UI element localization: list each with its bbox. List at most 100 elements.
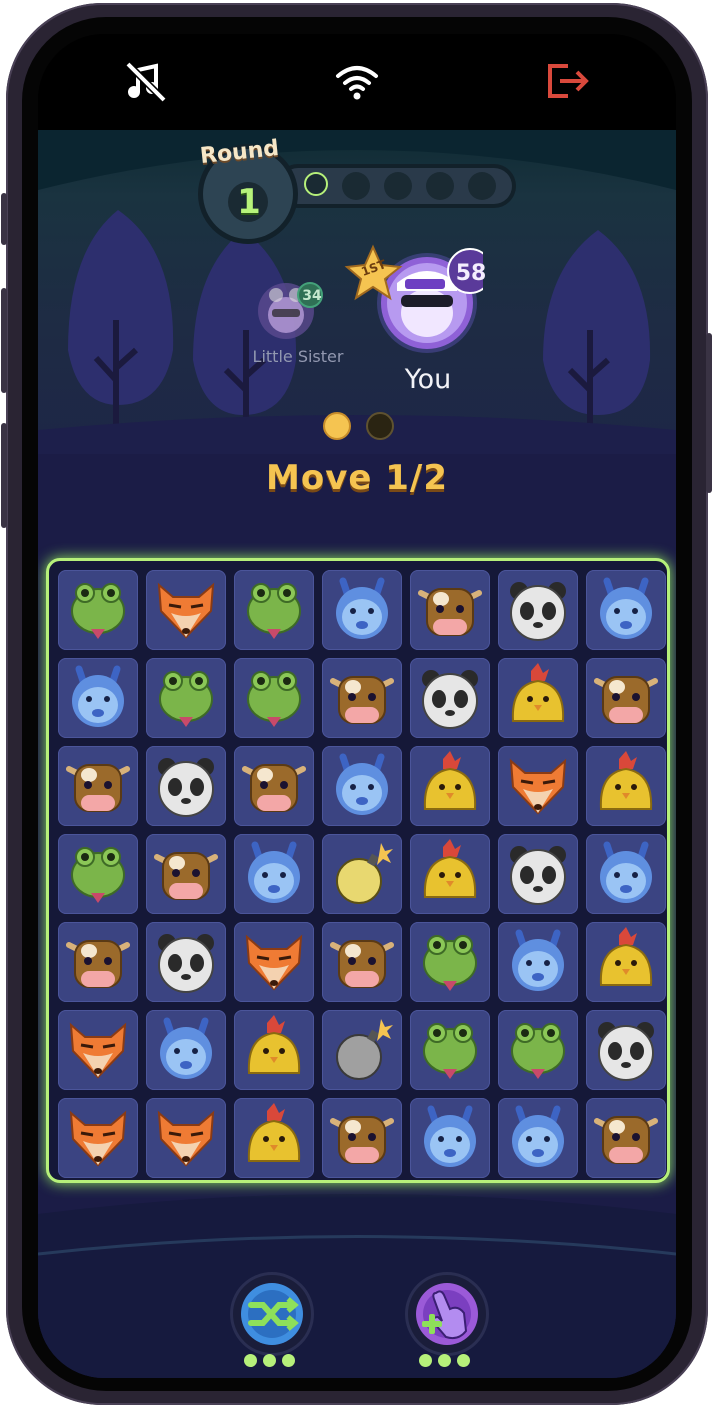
tile-llama[interactable] <box>498 1098 578 1178</box>
tile-cow[interactable] <box>58 746 138 826</box>
chick-icon <box>423 751 477 810</box>
music-off-icon[interactable] <box>120 56 170 106</box>
cow-icon <box>330 940 394 988</box>
llama-icon <box>160 1017 212 1079</box>
chick-icon <box>247 1103 301 1162</box>
swap-hand-button[interactable] <box>405 1272 489 1356</box>
tile-llama[interactable] <box>322 570 402 650</box>
chick-icon <box>599 927 653 986</box>
tile-frog[interactable] <box>498 1010 578 1090</box>
llama-icon <box>336 753 388 815</box>
tile-frog[interactable] <box>58 834 138 914</box>
round-step <box>342 172 370 200</box>
tile-cow[interactable] <box>322 1098 402 1178</box>
status-bar <box>38 34 676 130</box>
tile-chick[interactable] <box>498 658 578 738</box>
charge-dot <box>419 1354 432 1367</box>
exit-icon[interactable] <box>544 56 594 106</box>
tile-frog[interactable] <box>58 570 138 650</box>
cow-icon <box>66 940 130 988</box>
cow-icon <box>242 764 306 812</box>
tile-frog[interactable] <box>410 1010 490 1090</box>
tile-cow[interactable] <box>410 570 490 650</box>
tile-llama[interactable] <box>498 922 578 1002</box>
chick-icon <box>511 663 565 722</box>
wifi-icon <box>332 56 382 106</box>
tile-llama[interactable] <box>586 570 666 650</box>
round-step <box>426 172 454 200</box>
tile-fox[interactable] <box>146 570 226 650</box>
tile-cow[interactable] <box>234 746 314 826</box>
tile-panda[interactable] <box>146 922 226 1002</box>
tile-frog[interactable] <box>146 658 226 738</box>
llama-icon <box>72 665 124 727</box>
frog-icon <box>423 935 477 991</box>
tile-llama[interactable] <box>410 1098 490 1178</box>
tile-chick[interactable] <box>586 746 666 826</box>
tile-llama[interactable] <box>146 1010 226 1090</box>
charge-dot <box>282 1354 295 1367</box>
tile-fox[interactable] <box>498 746 578 826</box>
cow-icon <box>330 1116 394 1164</box>
player-name: You <box>404 364 452 395</box>
power-button <box>706 333 712 493</box>
move-dots <box>323 412 394 440</box>
tile-chick[interactable] <box>234 1010 314 1090</box>
round-step <box>468 172 496 200</box>
tile-panda[interactable] <box>410 658 490 738</box>
tile-cow[interactable] <box>58 922 138 1002</box>
panda-icon <box>158 934 214 993</box>
tile-cow[interactable] <box>322 922 402 1002</box>
llama-icon <box>424 1105 476 1167</box>
frog-icon <box>511 1023 565 1079</box>
frog-icon <box>71 583 125 639</box>
tile-llama[interactable] <box>234 834 314 914</box>
cow-icon <box>418 588 482 636</box>
move-dot <box>366 412 394 440</box>
tile-panda[interactable] <box>498 834 578 914</box>
tile-frog[interactable] <box>234 658 314 738</box>
charge-dot <box>457 1354 470 1367</box>
game-screen: Round 1 34 Little Sister 1ST 58 You Move… <box>38 34 676 1378</box>
player-card-little-sister: 34 Little Sister <box>248 279 343 366</box>
tile-chick[interactable] <box>234 1098 314 1178</box>
charge-dot <box>244 1354 257 1367</box>
tile-panda[interactable] <box>586 1010 666 1090</box>
cow-icon <box>66 764 130 812</box>
shuffle-icon <box>241 1283 303 1345</box>
fox-icon <box>69 1110 127 1167</box>
tile-bomb[interactable] <box>322 1010 402 1090</box>
volume-up-button <box>1 288 7 393</box>
round-progress <box>304 172 496 200</box>
tile-llama[interactable] <box>322 746 402 826</box>
tile-frog[interactable] <box>410 922 490 1002</box>
side-button <box>1 193 7 245</box>
tile-fox[interactable] <box>146 1098 226 1178</box>
tile-cow[interactable] <box>586 1098 666 1178</box>
llama-icon <box>248 841 300 903</box>
shuffle-button[interactable] <box>230 1272 314 1356</box>
llama-icon <box>336 577 388 639</box>
tile-cow[interactable] <box>586 658 666 738</box>
tile-chick[interactable] <box>410 746 490 826</box>
tile-chick[interactable] <box>586 922 666 1002</box>
fox-icon <box>509 758 567 815</box>
tile-cow[interactable] <box>322 658 402 738</box>
llama-icon <box>512 929 564 991</box>
tile-fox[interactable] <box>58 1010 138 1090</box>
tile-llama[interactable] <box>58 658 138 738</box>
frog-icon <box>247 671 301 727</box>
fox-icon <box>69 1022 127 1079</box>
tile-bomb-gold[interactable] <box>322 834 402 914</box>
bomb-gold-icon <box>336 843 393 904</box>
player-card-you: 1ST 58 You <box>343 239 493 395</box>
player-score: 58 <box>455 261 487 286</box>
tile-llama[interactable] <box>586 834 666 914</box>
tile-fox[interactable] <box>234 922 314 1002</box>
tile-cow[interactable] <box>146 834 226 914</box>
tile-chick[interactable] <box>410 834 490 914</box>
tile-panda[interactable] <box>146 746 226 826</box>
tile-panda[interactable] <box>498 570 578 650</box>
tile-fox[interactable] <box>58 1098 138 1178</box>
tile-frog[interactable] <box>234 570 314 650</box>
